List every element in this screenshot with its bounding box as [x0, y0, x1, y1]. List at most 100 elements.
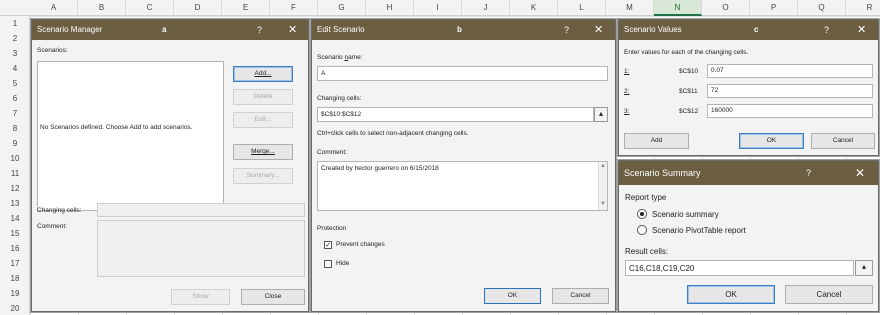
row-header-cell[interactable]: 5	[0, 76, 30, 91]
comment-scrollbar[interactable]: ▲ ▼	[598, 162, 607, 210]
row-header-cell[interactable]: 11	[0, 166, 30, 181]
column-header-cell[interactable]: N	[654, 0, 702, 16]
summary-button[interactable]: Summary...	[233, 168, 293, 184]
row-header-cell[interactable]: 19	[0, 286, 30, 301]
close-icon[interactable]: ✕	[288, 20, 297, 40]
cancel-button[interactable]: Cancel	[552, 288, 609, 304]
delete-button[interactable]: Delete	[233, 89, 293, 105]
column-header-bar: ABCDEFGHIJKLMNOPQR	[0, 0, 880, 16]
edit-button[interactable]: Edit...	[233, 112, 293, 128]
show-button[interactable]: Show	[171, 289, 230, 305]
close-icon[interactable]: ✕	[855, 161, 865, 185]
row-header-cell[interactable]: 17	[0, 256, 30, 271]
column-header-cell[interactable]: K	[510, 0, 558, 16]
row-header-cell[interactable]: 8	[0, 121, 30, 136]
row-header-cell[interactable]: 4	[0, 61, 30, 76]
scenario-values-titlebar[interactable]: Scenario Values c ? ✕	[619, 20, 878, 40]
dialog-title: Scenario Values	[624, 25, 682, 34]
value-input[interactable]: 0.07	[707, 64, 873, 78]
show-button-label: Show	[192, 293, 209, 300]
row-header-cell[interactable]: 14	[0, 211, 30, 226]
row-header-cell[interactable]: 13	[0, 196, 30, 211]
column-header-cell[interactable]: H	[366, 0, 414, 16]
scenario-summary-radio[interactable]	[637, 209, 647, 219]
row-header-cell[interactable]: 6	[0, 91, 30, 106]
help-icon[interactable]: ?	[824, 20, 829, 40]
column-header-cell[interactable]: F	[270, 0, 318, 16]
comment-textarea[interactable]: Created by hector guerrero on 6/15/2018	[317, 161, 608, 211]
changing-cells-hint: Ctrl+click cells to select non-adjacent …	[317, 130, 469, 137]
prevent-changes-checkbox[interactable]: ✓	[324, 241, 332, 249]
cancel-button-label: Cancel	[570, 292, 591, 299]
row-header-cell[interactable]: 7	[0, 106, 30, 121]
scenario-summary-titlebar[interactable]: Scenario Summary ? ✕	[619, 161, 878, 185]
column-header-cell[interactable]: P	[750, 0, 798, 16]
delete-button-label: Delete	[253, 93, 273, 100]
close-button[interactable]: Close	[241, 289, 305, 305]
value-input[interactable]: 160000	[707, 104, 873, 118]
column-header-cell[interactable]: Q	[798, 0, 846, 16]
close-icon[interactable]: ✕	[857, 20, 866, 40]
cancel-button-label: Cancel	[832, 137, 854, 144]
hide-checkbox[interactable]	[324, 260, 332, 268]
scenario-manager-titlebar[interactable]: Scenario Manager a ? ✕	[32, 20, 308, 40]
row-header-cell[interactable]: 10	[0, 151, 30, 166]
column-header-cell[interactable]: M	[606, 0, 654, 16]
column-header-cell[interactable]: E	[222, 0, 270, 16]
column-header-cell[interactable]: D	[174, 0, 222, 16]
ok-button[interactable]: OK	[687, 285, 775, 304]
scroll-down-icon[interactable]: ▼	[600, 201, 606, 207]
column-header-cell[interactable]: C	[126, 0, 174, 16]
merge-button[interactable]: Merge...	[233, 144, 293, 160]
value-row-cell: $C$11	[679, 88, 698, 95]
row-header-cell[interactable]: 3	[0, 46, 30, 61]
column-header-cell[interactable]: I	[414, 0, 462, 16]
changing-cells-input[interactable]: $C$10:$C$12	[317, 107, 594, 122]
ref-collapse-icon[interactable]: ▴	[594, 107, 608, 122]
help-icon[interactable]: ?	[564, 20, 569, 40]
scenario-name-input[interactable]: A	[317, 66, 608, 81]
add-button[interactable]: Add	[624, 133, 689, 149]
row-header-cell[interactable]: 12	[0, 181, 30, 196]
dialog-title: Edit Scenario	[317, 25, 365, 34]
column-header-cell[interactable]: J	[462, 0, 510, 16]
column-header-cell[interactable]: B	[78, 0, 126, 16]
column-header-cell[interactable]: R	[846, 0, 880, 16]
comment-field	[97, 220, 305, 277]
result-cells-input[interactable]: C16,C18,C19,C20	[625, 260, 854, 276]
scenarios-label: Scenarios:	[37, 47, 68, 54]
scenario-values-dialog: Scenario Values c ? ✕ Enter values for e…	[618, 19, 879, 156]
help-icon[interactable]: ?	[806, 161, 811, 185]
row-header-cell[interactable]: 1	[0, 16, 30, 31]
row-header-cell[interactable]: 9	[0, 136, 30, 151]
edit-scenario-dialog: Edit Scenario b ? ✕ Scenario name: A Cha…	[311, 19, 616, 312]
cancel-button[interactable]: Cancel	[785, 285, 873, 304]
column-header-cell[interactable]: G	[318, 0, 366, 16]
pivottable-report-radio[interactable]	[637, 225, 647, 235]
ok-button[interactable]: OK	[484, 288, 541, 304]
value-row-index: 2:	[624, 88, 630, 95]
value-input[interactable]: 72	[707, 84, 873, 98]
column-header-cell[interactable]: L	[558, 0, 606, 16]
help-icon[interactable]: ?	[257, 20, 262, 40]
row-header-cell[interactable]: 15	[0, 226, 30, 241]
cancel-button[interactable]: Cancel	[811, 133, 875, 149]
row-header-cell[interactable]: 2	[0, 31, 30, 46]
row-header-cell[interactable]: 16	[0, 241, 30, 256]
dialog-title: Scenario Manager	[37, 25, 103, 34]
scenarios-list[interactable]: No Scenarios defined. Choose Add to add …	[37, 61, 224, 211]
ref-collapse-icon[interactable]: ▴	[855, 260, 873, 276]
edit-scenario-titlebar[interactable]: Edit Scenario b ? ✕	[312, 20, 615, 40]
comment-label: Comment:	[37, 223, 67, 230]
column-header-cell[interactable]: O	[702, 0, 750, 16]
close-button-label: Close	[264, 293, 282, 300]
ok-button[interactable]: OK	[739, 133, 804, 149]
column-header-cell[interactable]: A	[30, 0, 78, 16]
close-icon[interactable]: ✕	[594, 20, 603, 40]
row-header-cell[interactable]: 18	[0, 271, 30, 286]
scenario-summary-option-label: Scenario summary	[652, 210, 719, 219]
scroll-up-icon[interactable]: ▲	[600, 163, 606, 169]
row-header-cell[interactable]: 20	[0, 301, 30, 315]
edit-button-label: Edit...	[254, 116, 272, 123]
add-button[interactable]: Add...	[233, 66, 293, 82]
